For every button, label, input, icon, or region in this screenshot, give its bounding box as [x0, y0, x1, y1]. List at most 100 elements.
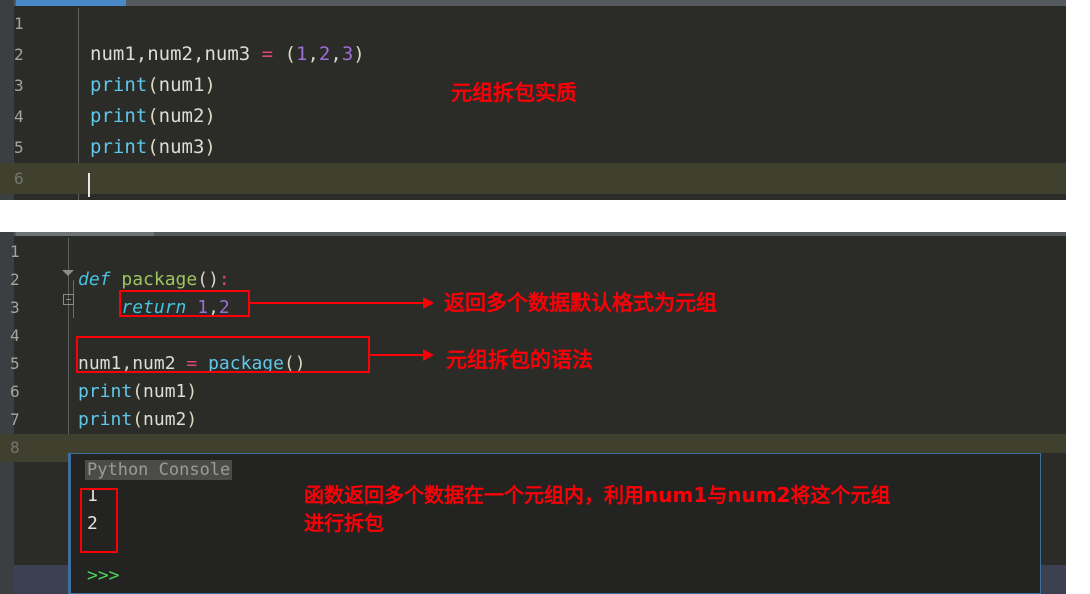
code-token: :	[218, 269, 230, 290]
code-token: )	[186, 409, 198, 430]
arrow-head-unpack	[423, 349, 434, 361]
code-line-text: def package():	[78, 266, 230, 294]
code-token: num1	[78, 353, 122, 374]
code-token: ,	[121, 353, 133, 374]
code-token: (	[147, 74, 159, 96]
code-line[interactable]: 7 print(num2)	[0, 406, 1066, 434]
line-number: 3	[10, 298, 20, 317]
line-number: 4	[10, 326, 20, 345]
line-number: 8	[10, 438, 20, 457]
code-token: 1	[296, 43, 308, 65]
code-token: num1	[158, 74, 205, 96]
code-token: )	[204, 74, 216, 96]
code-line-text: print(num1)	[78, 378, 197, 406]
code-line[interactable]: 6 print(num1)	[0, 378, 1066, 406]
tab-strip-background-top	[14, 0, 1066, 6]
code-token: num1	[90, 43, 136, 65]
fold-end-marker-icon[interactable]	[63, 294, 74, 305]
code-token: )	[204, 105, 216, 127]
annotation-tuple-unpack-essence: 元组拆包实质	[451, 81, 577, 105]
code-token: 2	[218, 297, 230, 318]
console-title-label: Python Console	[85, 460, 233, 480]
console-output-line-2: 2	[87, 513, 98, 534]
line-number: 1	[10, 242, 20, 261]
code-token: )	[186, 381, 198, 402]
code-token: =	[186, 353, 198, 374]
code-token: )	[204, 136, 216, 158]
code-token: print	[90, 105, 148, 127]
code-token: ,	[208, 297, 219, 318]
code-token: num3	[158, 136, 205, 158]
annotation-console-explanation: 函数返回多个数据在一个元组内，利用num1与num2将这个元组 进行拆包	[304, 483, 891, 535]
code-token: )	[353, 43, 365, 65]
code-token: num2	[147, 43, 193, 65]
annotation-unpack-syntax: 元组拆包的语法	[446, 348, 593, 372]
code-token: ,	[307, 43, 319, 65]
line-number: 6	[14, 169, 24, 188]
code-token: package	[208, 353, 284, 374]
text-caret-top	[88, 173, 90, 197]
code-token: )	[208, 269, 219, 290]
fold-collapse-triangle-icon[interactable]	[62, 270, 74, 276]
code-line-text: return 1,2	[78, 294, 230, 322]
code-line-text: print(num1)	[90, 70, 216, 101]
code-token: return	[121, 297, 187, 318]
line-number: 6	[10, 382, 20, 401]
line-number: 3	[14, 76, 24, 95]
arrow-line-unpack	[370, 354, 425, 356]
line-number: 5	[10, 354, 20, 373]
code-line-text: print(num2)	[78, 406, 197, 434]
code-token: print	[90, 74, 148, 96]
code-token: 3	[341, 43, 354, 65]
code-token: =	[261, 43, 274, 65]
code-line[interactable]: 1	[0, 238, 1066, 266]
code-line[interactable]: 5 print(num3)	[0, 132, 1066, 163]
line-number: 7	[10, 410, 20, 429]
active-tab-indicator-top[interactable]	[16, 0, 126, 6]
code-token: package	[121, 269, 198, 290]
console-right-sidebar-strip	[1041, 565, 1066, 594]
code-token: (	[132, 409, 144, 430]
code-line-text: print(num2)	[90, 101, 216, 132]
code-token: def	[78, 269, 111, 290]
code-line[interactable]: 6	[0, 163, 1066, 194]
console-left-sidebar	[14, 565, 68, 594]
code-token: ,	[330, 43, 342, 65]
code-token: 2	[318, 43, 331, 65]
code-token: print	[78, 409, 133, 430]
code-line-text: print(num3)	[90, 132, 216, 163]
active-tab-indicator-bottom[interactable]	[16, 232, 154, 236]
code-token: num1	[143, 381, 187, 402]
code-line-text: num1,num2 = package()	[78, 350, 306, 378]
code-line[interactable]: 2 num1,num2,num3 = (1,2,3)	[0, 39, 1066, 70]
code-token: num2	[143, 409, 187, 430]
arrow-line-return	[250, 302, 425, 304]
code-line-text: num1,num2,num3 = (1,2,3)	[90, 39, 365, 70]
code-token: (	[147, 136, 159, 158]
code-token: print	[78, 381, 133, 402]
code-token: (	[197, 269, 209, 290]
console-prompt[interactable]: >>>	[87, 565, 120, 586]
annotation-return-multiple-values: 返回多个数据默认格式为元组	[444, 291, 717, 315]
code-token: num3	[204, 43, 251, 65]
code-token: ,	[192, 43, 205, 65]
code-token: (	[283, 353, 295, 374]
arrow-head-return	[423, 297, 434, 309]
code-token: ,	[135, 43, 148, 65]
code-token: num2	[158, 105, 205, 127]
code-line[interactable]: 1	[0, 8, 1066, 39]
line-number: 2	[14, 45, 24, 64]
line-number: 1	[14, 14, 24, 33]
code-token: 1	[197, 297, 209, 318]
code-token: (	[284, 43, 297, 65]
code-token: (	[132, 381, 144, 402]
code-token: num2	[132, 353, 176, 374]
code-token: print	[90, 136, 148, 158]
